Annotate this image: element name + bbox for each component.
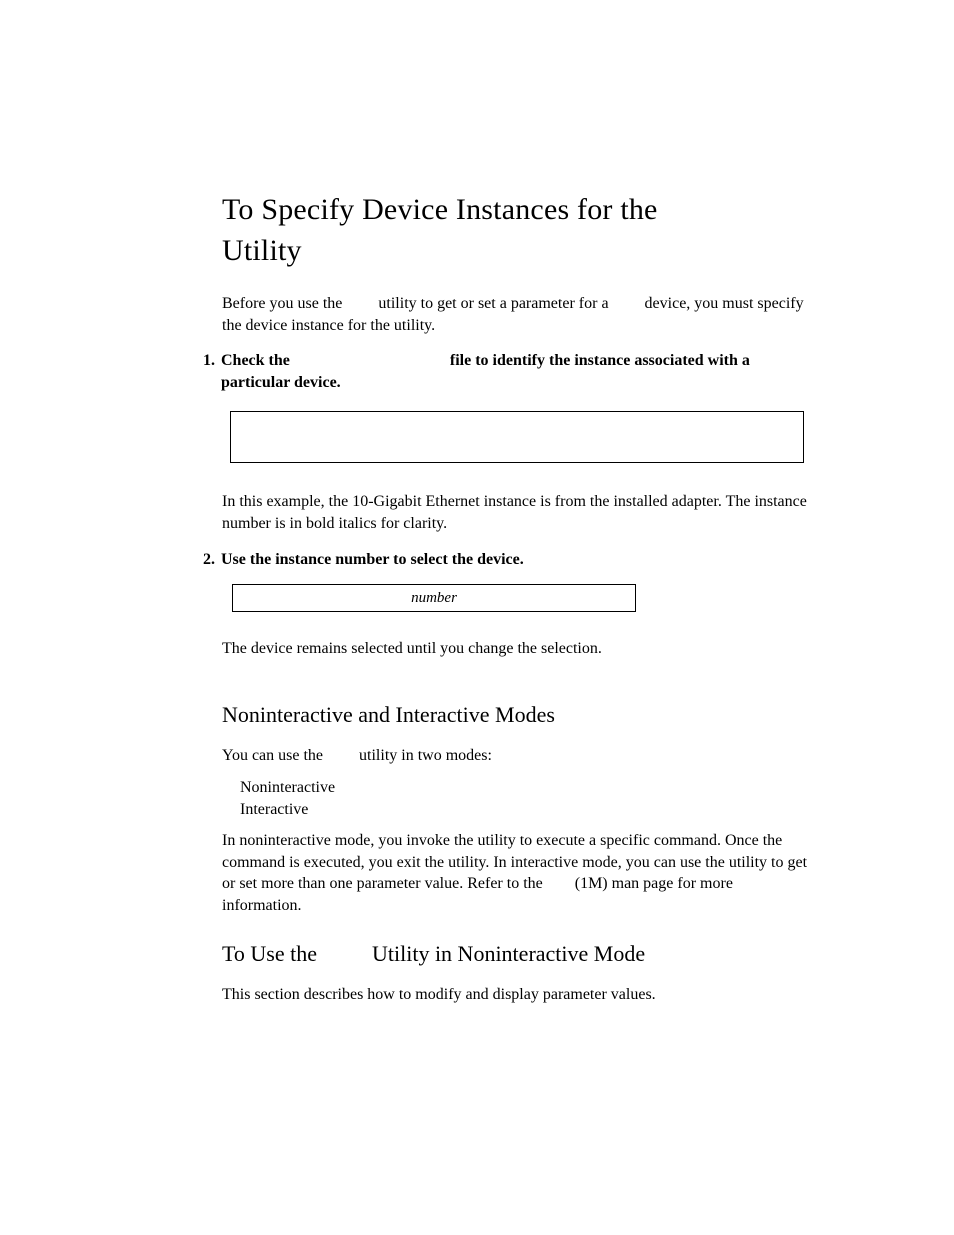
use-heading-before: To Use the xyxy=(222,941,323,966)
step-2-body: Use the instance number to select the de… xyxy=(221,549,805,571)
modes-para-blank xyxy=(547,875,575,892)
document-page: To Specify Device Instances for the Util… xyxy=(0,0,954,1235)
example-paragraph: In this example, the 10-Gigabit Ethernet… xyxy=(222,491,812,534)
mode-interactive: Interactive xyxy=(240,799,802,821)
title-text-1: To Specify Device Instances for the xyxy=(222,193,665,226)
use-heading-blank xyxy=(323,941,367,966)
page-title: To Specify Device Instances for the Util… xyxy=(222,190,802,271)
step-2-number: 2. xyxy=(195,549,215,571)
title-text-2: Utility xyxy=(222,234,302,267)
modes-intro-blank xyxy=(327,747,355,764)
modes-paragraph: In noninteractive mode, you invoke the u… xyxy=(222,830,812,916)
step-1-blank xyxy=(294,352,446,369)
section-heading-modes: Noninteractive and Interactive Modes xyxy=(222,700,802,730)
step-1-number: 1. xyxy=(195,350,215,393)
code-box-2-text: number xyxy=(411,590,457,606)
intro-blank-2 xyxy=(613,295,641,312)
mode-noninteractive: Noninteractive xyxy=(240,777,802,799)
use-heading-after: Utility in Noninteractive Mode xyxy=(367,941,646,966)
intro-blank-1 xyxy=(346,295,374,312)
selected-paragraph: The device remains selected until you ch… xyxy=(222,638,802,660)
intro-text-2: utility to get or set a parameter for a xyxy=(374,295,612,312)
step-2: 2. Use the instance number to select the… xyxy=(195,549,805,571)
modes-intro-before: You can use the xyxy=(222,747,327,764)
use-paragraph: This section describes how to modify and… xyxy=(222,984,802,1006)
modes-intro: You can use the utility in two modes: xyxy=(222,745,802,767)
step-1-body: Check the file to identify the instance … xyxy=(221,350,805,393)
modes-list: Noninteractive Interactive xyxy=(222,777,802,820)
intro-paragraph: Before you use the utility to get or set… xyxy=(222,293,812,336)
modes-intro-after: utility in two modes: xyxy=(355,747,492,764)
title-blank xyxy=(665,193,719,226)
code-box-1 xyxy=(230,411,804,463)
section-heading-use: To Use the Utility in Noninteractive Mod… xyxy=(222,939,802,969)
code-box-2: number xyxy=(232,584,636,612)
step-1: 1. Check the file to identify the instan… xyxy=(195,350,805,393)
intro-text-1: Before you use the xyxy=(222,295,346,312)
step-1-text-a: Check the xyxy=(221,352,294,369)
